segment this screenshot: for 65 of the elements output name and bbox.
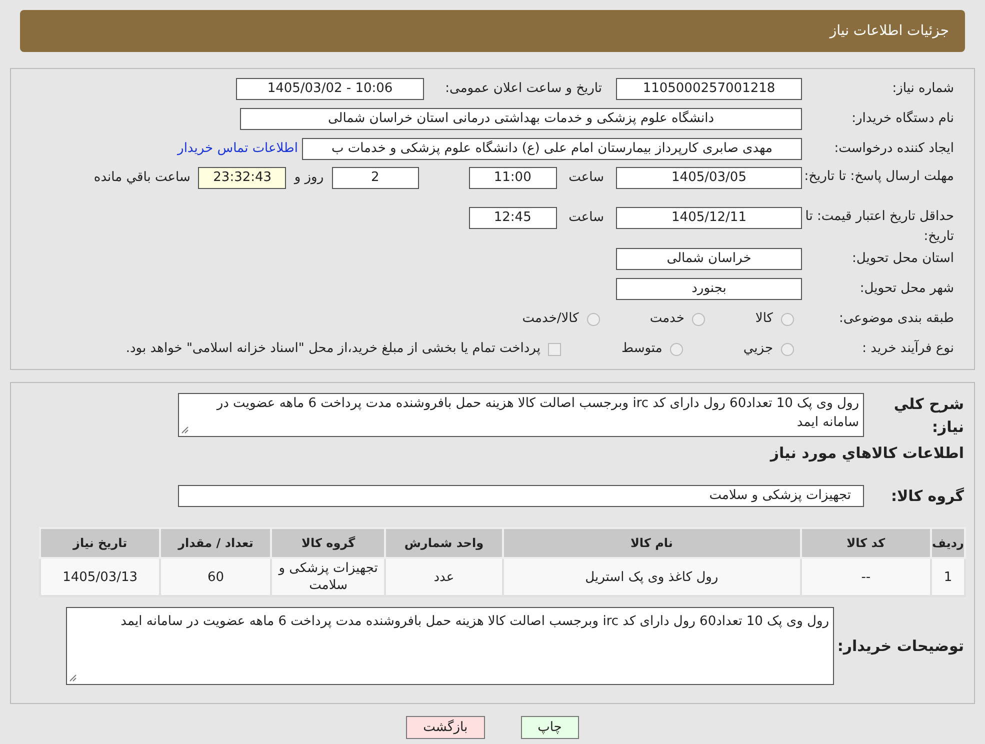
- field-label: مهلت ارسال پاسخ: تا تاریخ:: [803, 168, 954, 186]
- validity-date-field: 1405/12/11: [616, 207, 802, 229]
- radio-button[interactable]: [692, 312, 706, 326]
- field-label: شماره نیاز:: [891, 80, 954, 98]
- remaining-label: ساعت باقي مانده: [94, 169, 190, 187]
- radio-label: کالا: [755, 310, 773, 328]
- days-field: 2: [332, 167, 419, 189]
- radio-label: کالا/خدمت: [522, 310, 579, 328]
- field-label: شهر محل تحویل:: [858, 280, 954, 298]
- field-label: حداقل تاریخ اعتبار قیمت: تا تاریخ:: [804, 208, 954, 246]
- table-cell: عدد: [385, 558, 503, 596]
- radio-label: خدمت: [650, 310, 684, 328]
- field-label: تاریخ و ساعت اعلان عمومی:: [444, 80, 602, 98]
- radio-button[interactable]: [781, 342, 794, 356]
- buyer-notes-field: رول وی پک 10 تعداد60 رول دارای کد irc وبرجسب اصالت کالا هزینه حمل بافروشنده مدت پرداخت 6 ماهه عضویت در سامانه ایمد: [66, 607, 834, 685]
- column-header: تعداد / مقدار: [160, 528, 272, 558]
- summary-field: رول وی پک 10 تعداد60 رول دارای کد irc وبرجسب اصالت کالا هزینه حمل بافروشنده مدت پرداخت 6 ماهه عضویت در سامانه ایمد: [178, 393, 864, 437]
- table-cell: 1405/03/13: [40, 558, 160, 596]
- radio-label: جزیي: [743, 340, 773, 358]
- time-label: ساعت: [568, 169, 604, 187]
- buyer-contact-link[interactable]: اطلاعات تماس خریدار: [178, 139, 298, 159]
- field-label: استان محل تحویل:: [851, 250, 954, 268]
- announce-date-field: 1405/03/02 - 10:06: [236, 78, 424, 100]
- column-header: ردیف: [930, 528, 965, 558]
- city-field: بجنورد: [616, 278, 802, 300]
- page-title: جزئیات اطلاعات نیاز: [830, 22, 949, 40]
- column-header: کد کالا: [800, 528, 931, 558]
- radio-button[interactable]: [670, 342, 684, 356]
- print-button[interactable]: چاپ: [520, 716, 579, 739]
- column-header: تاریخ نیاز: [40, 528, 160, 558]
- table-cell: رول کاغذ وی پک استریل: [502, 558, 801, 596]
- resize-grip-icon: [69, 674, 77, 682]
- validity-time-field: 12:45: [468, 207, 557, 229]
- resize-grip-icon: [181, 426, 189, 434]
- goods-group-field: تجهیزات پزشکی و سلامت: [178, 484, 864, 507]
- radio-label: متوسط: [621, 340, 662, 358]
- deadline-time-field: 11:00: [468, 167, 557, 189]
- remaining-time-field: 23:32:43: [198, 167, 286, 189]
- radio-button[interactable]: [586, 312, 600, 326]
- radio-button[interactable]: [781, 312, 794, 326]
- time-label: ساعت: [568, 209, 604, 227]
- table-cell: --: [800, 558, 931, 596]
- field-label: توضیحات خریدار:: [836, 636, 964, 657]
- field-label: نوع فرآیند خرید :: [861, 339, 954, 358]
- table-cell: تجهیزات پزشکی و سلامت: [271, 558, 386, 596]
- field-label: شرح کلي نیاز:: [892, 394, 964, 438]
- days-label: روز و: [294, 169, 324, 187]
- column-header: نام کالا: [502, 528, 801, 558]
- need-number-field: 1105000257001218: [616, 78, 802, 100]
- field-label: نام دستگاه خریدار:: [850, 110, 954, 128]
- table-cell: 60: [160, 558, 272, 596]
- column-header: واحد شمارش: [385, 528, 503, 558]
- requester-field: مهدی صابری کارپرداز بیمارستان امام علی (ع) دانشگاه علوم پزشکی و خدمات ب: [302, 138, 802, 160]
- field-label: ایجاد کننده درخواست:: [833, 140, 954, 158]
- deadline-date-field: 1405/03/05: [616, 167, 802, 189]
- field-label: گروه کالا:: [890, 486, 964, 507]
- back-button[interactable]: بازگشت: [406, 716, 485, 739]
- treasury-note: پرداخت تمام یا بخشی از مبلغ خرید،از محل "اسناد خزانه اسلامی" خواهد بود.: [126, 340, 540, 358]
- checkbox[interactable]: [548, 342, 562, 356]
- column-header: گروه کالا: [271, 528, 386, 558]
- buyer-org-field: دانشگاه علوم پزشکی و خدمات بهداشتی درمانی استان خراسان شمالی: [240, 108, 802, 130]
- table-cell: 1: [930, 558, 965, 596]
- province-field: خراسان شمالی: [616, 248, 802, 270]
- section-title: اطلاعات کالاهاي مورد نیاز: [768, 443, 964, 464]
- field-label: طبقه بندی موضوعی:: [838, 310, 954, 328]
